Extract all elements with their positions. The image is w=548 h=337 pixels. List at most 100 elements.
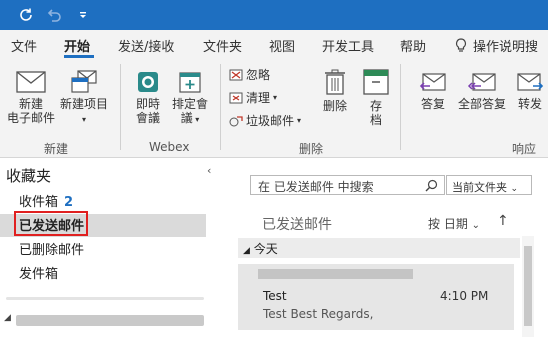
forward-button[interactable]: 转发 <box>510 70 548 111</box>
ignore-label: 忽略 <box>246 68 271 82</box>
list-folder-title: 已发送邮件 <box>262 217 332 233</box>
group-header-label: 今天 <box>253 242 278 256</box>
message-time: 4:10 PM <box>440 289 489 303</box>
instant-meeting-button[interactable]: 即時 會議 <box>130 70 166 125</box>
expand-arrow-icon[interactable]: ◢ <box>4 313 11 323</box>
archive-label-2: 档 <box>369 113 382 127</box>
envelope-icon <box>16 71 46 93</box>
reply-all-icon <box>467 73 496 91</box>
group-label-respond: 响应 <box>512 142 537 156</box>
message-list: 在 已发送邮件 中搜索 当前文件夹 ⌄ 已发送邮件 按 日期 ⌄ ↑ ◢ 今天 … <box>232 158 548 337</box>
chevron-down-icon: ▾ <box>81 115 86 124</box>
archive-button[interactable]: 存 档 <box>360 68 392 127</box>
archive-icon <box>363 69 389 95</box>
reply-icon <box>419 73 446 91</box>
junk-button[interactable]: 垃圾邮件 ▾ <box>229 112 301 129</box>
sort-label: 按 日期 <box>428 217 468 231</box>
message-preview: Test Best Regards, <box>263 307 374 321</box>
sort-direction-icon[interactable]: ↑ <box>497 213 509 229</box>
group-label-new: 新建 <box>44 142 69 156</box>
folder-inbox-label: 收件箱 <box>19 195 59 210</box>
tab-home[interactable]: 开始 <box>64 36 90 55</box>
favorites-header[interactable]: 收藏夹 <box>6 165 51 186</box>
scrollbar[interactable] <box>522 236 534 337</box>
ignore-button[interactable]: 忽略 <box>229 66 270 83</box>
sender-redacted <box>258 269 413 279</box>
new-email-label-2: 电子邮件 <box>6 111 55 125</box>
junk-label: 垃圾邮件 <box>246 114 295 128</box>
unread-count-badge: 2 <box>64 195 74 210</box>
group-label-webex: Webex <box>149 140 190 154</box>
annotation-highlight-box <box>14 211 88 236</box>
tab-file[interactable]: 文件 <box>11 36 37 55</box>
chevron-down-icon: ▾ <box>192 115 200 124</box>
quick-access-dropdown-icon[interactable] <box>74 6 92 24</box>
schedule-meeting-button[interactable]: 排定會 議 ▾ <box>168 70 212 127</box>
collapse-triangle-icon: ◢ <box>243 246 250 256</box>
search-scope-label: 当前文件夹 <box>452 181 507 194</box>
chevron-down-icon: ⌄ <box>510 184 519 194</box>
ribbon: 新建 电子邮件 新建项目 ▾ 新建 即時 會議 排定會 議 ▾ Webex 忽略… <box>0 58 548 158</box>
tab-help[interactable]: 帮助 <box>400 36 426 55</box>
delete-button[interactable]: 删除 <box>318 68 352 113</box>
tab-folder[interactable]: 文件夹 <box>203 36 242 55</box>
cleanup-icon <box>229 92 243 103</box>
title-bar <box>0 0 548 30</box>
group-divider <box>220 64 221 150</box>
tell-me-search[interactable]: 操作说明搜 <box>455 36 538 55</box>
group-divider <box>400 64 401 150</box>
cleanup-button[interactable]: 清理 ▾ <box>229 89 277 106</box>
ignore-icon <box>229 69 243 80</box>
refresh-icon[interactable] <box>17 6 35 24</box>
scrollbar-thumb[interactable] <box>524 246 532 326</box>
chevron-down-icon: ▾ <box>297 116 302 125</box>
tab-send-receive[interactable]: 发送/接收 <box>118 36 174 55</box>
schedule-meeting-label-1: 排定會 <box>171 97 208 111</box>
account-name-redacted[interactable] <box>16 315 204 326</box>
list-item[interactable]: Test 4:10 PM Test Best Regards, <box>238 264 514 330</box>
new-items-button[interactable]: 新建项目 ▾ <box>58 70 110 127</box>
new-items-label: 新建项目 <box>59 97 108 111</box>
instant-meeting-label-2: 會議 <box>135 111 160 125</box>
reply-all-button[interactable]: 全部答复 <box>456 70 508 111</box>
tell-me-label: 操作说明搜 <box>473 40 539 55</box>
undo-icon[interactable] <box>45 6 63 24</box>
search-input[interactable]: 在 已发送邮件 中搜索 <box>250 175 445 195</box>
tab-view[interactable]: 视图 <box>269 36 295 55</box>
lightbulb-icon <box>455 38 467 52</box>
search-icon[interactable] <box>425 179 438 192</box>
tab-developer[interactable]: 开发工具 <box>322 36 374 55</box>
chevron-down-icon: ⌄ <box>471 220 481 231</box>
new-items-icon <box>71 70 97 93</box>
message-subject: Test <box>263 289 287 303</box>
search-placeholder: 在 已发送邮件 中搜索 <box>258 180 374 194</box>
sort-dropdown[interactable]: 按 日期 ⌄ <box>428 215 480 232</box>
group-header-today[interactable]: ◢ 今天 <box>238 238 520 258</box>
group-label-delete: 删除 <box>299 142 324 156</box>
forward-icon <box>517 73 544 91</box>
folder-outbox[interactable]: 发件箱 <box>19 263 58 282</box>
reply-button[interactable]: 答复 <box>410 70 456 111</box>
search-scope-dropdown[interactable]: 当前文件夹 ⌄ <box>446 175 532 195</box>
schedule-meeting-label-2: 議 <box>180 111 193 125</box>
new-email-button[interactable]: 新建 电子邮件 <box>6 70 56 125</box>
junk-icon <box>229 115 243 126</box>
instant-meeting-label-1: 即時 <box>135 97 160 111</box>
folder-pane: 收藏夹 ‹ 收件箱 2 已发送邮件 已删除邮件 发件箱 ◢ <box>0 158 222 337</box>
divider <box>6 297 204 300</box>
webex-meeting-icon <box>138 72 158 92</box>
folder-inbox[interactable]: 收件箱 2 <box>19 191 73 210</box>
calendar-add-icon <box>179 72 201 93</box>
reply-all-label: 全部答复 <box>457 97 506 111</box>
reply-label: 答复 <box>420 97 445 111</box>
forward-label: 转发 <box>517 97 542 111</box>
folder-deleted[interactable]: 已删除邮件 <box>19 239 84 258</box>
new-email-label-1: 新建 <box>18 97 43 111</box>
chevron-down-icon: ▾ <box>273 93 278 102</box>
ribbon-tabs: 文件 开始 发送/接收 文件夹 视图 开发工具 帮助 操作说明搜 <box>0 30 548 58</box>
archive-label-1: 存 <box>369 99 382 113</box>
group-divider <box>120 64 121 150</box>
delete-label: 删除 <box>322 99 347 113</box>
collapse-pane-icon[interactable]: ‹ <box>207 164 211 177</box>
trash-icon <box>325 69 345 95</box>
